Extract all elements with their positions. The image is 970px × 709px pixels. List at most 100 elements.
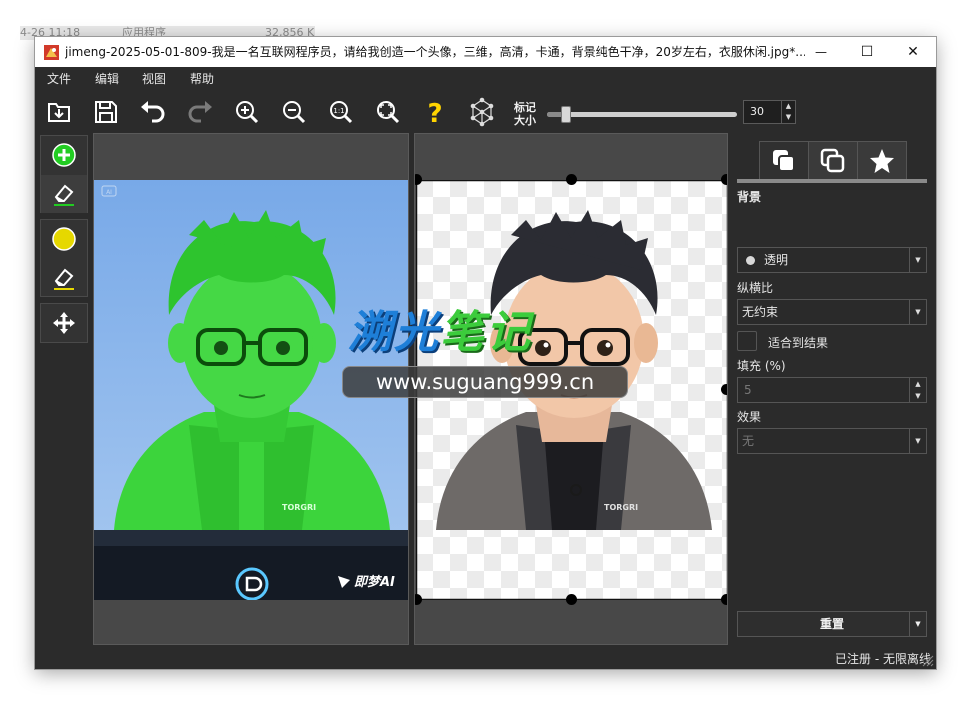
erase-foreground-icon [54, 184, 74, 206]
app-icon [44, 45, 59, 60]
reset-button[interactable]: 重置 ▼ [737, 611, 927, 637]
marker-size-spin-arrows[interactable]: ▲ ▼ [781, 101, 795, 123]
tab-underline [737, 179, 927, 183]
crop-handle-right[interactable] [721, 384, 727, 395]
maximize-button[interactable]: ☐ [844, 37, 890, 67]
undo-icon [141, 101, 165, 123]
layers-icon [773, 149, 795, 172]
menu-bar: 文件 编辑 视图 帮助 [35, 67, 936, 91]
move-icon [53, 312, 75, 334]
result-shirt-text: TORGRI [604, 503, 638, 512]
chevron-down-icon: ▼ [909, 248, 926, 272]
source-shirt-text: TORGRI [282, 503, 316, 512]
zoom-in-icon [236, 101, 259, 124]
background-marker-button[interactable] [41, 220, 87, 258]
chevron-down-icon[interactable]: ▼ [909, 612, 926, 636]
svg-text:?: ? [427, 99, 442, 126]
spin-down-icon[interactable]: ▼ [782, 112, 795, 123]
crop-handle-bottom-left[interactable] [415, 594, 422, 605]
title-bar[interactable]: jimeng-2025-05-01-809-我是一名互联网程序员，请给我创造一个… [35, 37, 936, 67]
padding-label: 填充 (%) [737, 359, 786, 373]
crop-handle-top[interactable] [566, 174, 577, 185]
move-tool-group [40, 303, 88, 343]
padding-value: 5 [744, 383, 752, 397]
menu-edit[interactable]: 编辑 [95, 67, 119, 91]
svg-text:1:1: 1:1 [333, 107, 344, 115]
zoom-in-button[interactable] [231, 96, 263, 128]
erase-foreground-button[interactable] [41, 175, 87, 213]
marker-size-label-line1: 标记 [514, 101, 536, 114]
effect-select[interactable]: 无 ▼ [737, 428, 927, 454]
ai-network-button[interactable] [466, 96, 498, 128]
source-ai-badge: AI [106, 189, 112, 196]
crop-handle-bottom-right[interactable] [721, 594, 727, 605]
zoom-fit-button[interactable] [372, 96, 404, 128]
aspect-label: 纵横比 [737, 281, 774, 295]
crop-handle-top-right[interactable] [721, 174, 727, 185]
watermark-title-green: 笔记 [440, 307, 532, 358]
zoom-out-button[interactable] [278, 96, 310, 128]
save-icon [95, 101, 117, 123]
fit-to-result-checkbox[interactable] [737, 331, 757, 351]
spin-up-icon[interactable]: ▲ [782, 101, 795, 112]
marker-size-value: 30 [750, 105, 764, 118]
background-marker-icon [52, 227, 76, 251]
aspect-select[interactable]: 无约束 ▼ [737, 299, 927, 325]
zoom-fit-icon [377, 101, 400, 124]
aspect-value: 无约束 [742, 305, 779, 319]
tab-layers[interactable] [759, 141, 809, 179]
erase-background-button[interactable] [41, 259, 87, 297]
background-tools-group [40, 219, 88, 297]
transparent-dot-icon [746, 256, 755, 265]
marker-size-slider-thumb[interactable] [561, 106, 571, 123]
tab-copy[interactable] [808, 141, 858, 179]
effect-label: 效果 [737, 410, 762, 424]
add-foreground-icon [52, 143, 76, 167]
star-icon [870, 148, 894, 173]
resize-grip-icon[interactable] [922, 655, 934, 667]
save-button[interactable] [90, 96, 122, 128]
watermark-title-blue: 溯光 [348, 307, 440, 358]
background-select[interactable]: 透明 ▼ [737, 247, 927, 273]
zoom-out-icon [283, 101, 306, 124]
background-value: 透明 [764, 253, 789, 267]
status-text: 已注册 - 无限离线 [835, 652, 931, 666]
move-button[interactable] [41, 304, 87, 342]
open-button[interactable] [43, 96, 75, 128]
watermark-url: www.suguang999.cn [342, 366, 628, 398]
padding-spinbox[interactable]: 5 ▲ ▼ [737, 377, 927, 403]
toolbar: 1:1 ? [35, 91, 936, 133]
marker-size-label: 标记 大小 [514, 101, 544, 127]
menu-file[interactable]: 文件 [47, 67, 71, 91]
open-icon [48, 103, 70, 122]
fit-to-result-label: 适合到结果 [768, 336, 829, 350]
add-foreground-button[interactable] [41, 136, 87, 174]
chevron-down-icon: ▼ [909, 429, 926, 453]
undo-button[interactable] [137, 96, 169, 128]
reset-label: 重置 [819, 617, 844, 631]
background-label: 背景 [737, 190, 762, 204]
spin-arrows-icon: ▲ ▼ [909, 378, 926, 402]
help-button[interactable]: ? [419, 96, 451, 128]
zoom-actual-icon: 1:1 [330, 101, 353, 124]
copy-icon [820, 148, 845, 172]
marker-size-slider[interactable] [547, 106, 737, 123]
menu-help[interactable]: 帮助 [190, 67, 214, 91]
redo-button[interactable] [184, 96, 216, 128]
settings-panel: 背景 透明 ▼ 纵横比 无约束 ▼ 适合到结果 填充 (%) 5 ▲ ▼ 效果 无… [735, 133, 931, 669]
close-icon: ✕ [907, 44, 919, 60]
zoom-actual-button[interactable]: 1:1 [325, 96, 357, 128]
window-title: jimeng-2025-05-01-809-我是一名互联网程序员，请给我创造一个… [65, 45, 805, 59]
marker-size-label-line2: 大小 [514, 114, 536, 127]
minimize-button[interactable]: — [798, 37, 844, 67]
marker-size-spinbox[interactable]: 30 ▲ ▼ [743, 100, 796, 124]
tab-effects[interactable] [857, 141, 907, 179]
menu-view[interactable]: 视图 [142, 67, 166, 91]
crop-handle-bottom[interactable] [566, 594, 577, 605]
foreground-tools-group [40, 135, 88, 213]
minimize-icon: — [815, 45, 827, 59]
close-button[interactable]: ✕ [890, 37, 936, 67]
help-icon: ? [427, 99, 442, 126]
maximize-icon: ☐ [860, 44, 874, 60]
ai-network-icon [470, 97, 494, 127]
